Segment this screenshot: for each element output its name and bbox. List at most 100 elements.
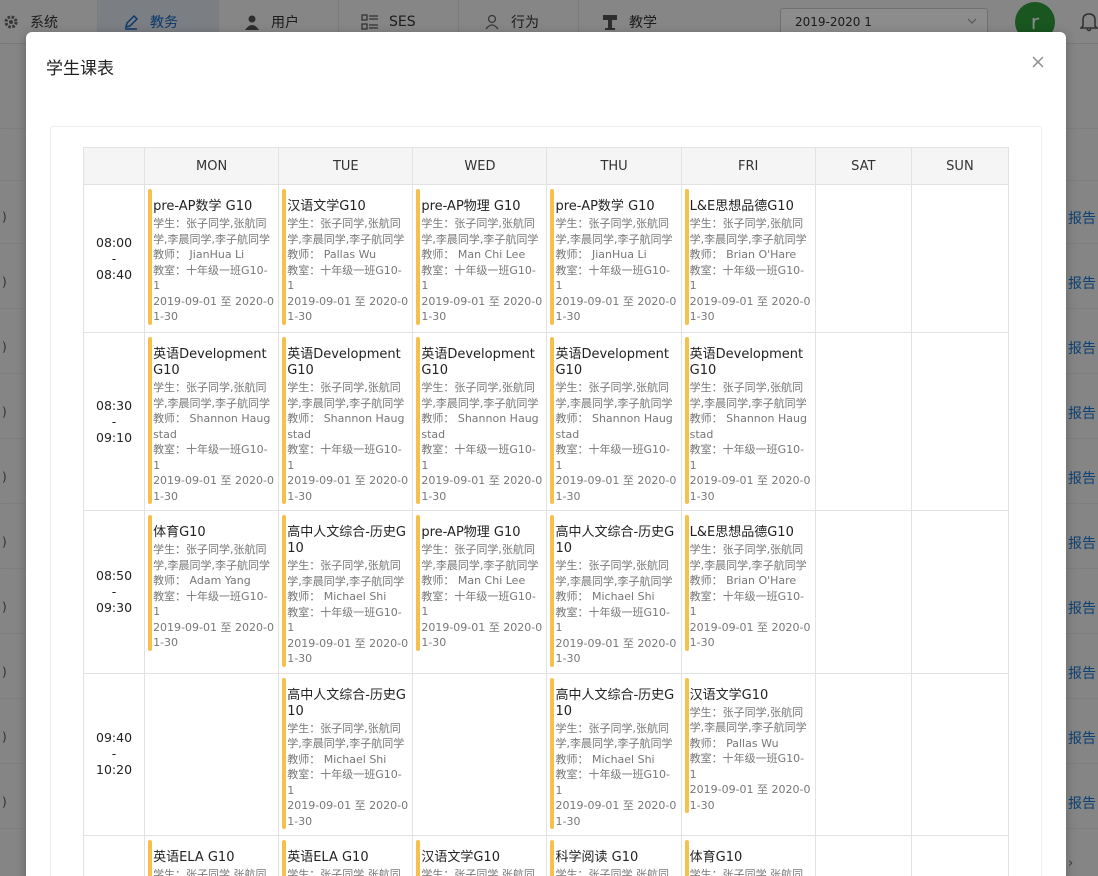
course-teacher: 教师： Brian O'Hare xyxy=(689,574,797,587)
course-entry[interactable]: 英语Development G10 学生：张子同学,张航同学,李晨同学,李子航同学… xyxy=(413,333,546,510)
course-students: 学生：张子同学,张航同学,李晨同学,李子航同学 xyxy=(153,217,271,246)
timetable-cell[interactable]: 体育G10 学生：张子同学,张航同学,李晨同学,李子航同学 xyxy=(680,835,816,876)
course-students: 学生：张子同学,张航同学,李晨同学,李子航同学 xyxy=(153,868,267,876)
course-dates: 2019-09-01 至 2020-01-30 xyxy=(153,620,274,650)
course-accent-bar xyxy=(684,677,689,813)
timetable-cell[interactable]: 高中人文综合-历史G10 学生：张子同学,张航同学,李晨同学,李子航同学 教师： M… xyxy=(546,672,682,836)
course-teacher: 教师： Shannon Haugstad xyxy=(555,412,673,441)
timetable-cell xyxy=(412,672,548,836)
time-start: 09:40 xyxy=(96,730,133,746)
timetable-cell[interactable]: 英语Development G10 学生：张子同学,张航同学,李晨同学,李子航同学… xyxy=(412,332,548,511)
course-teacher: 教师： Brian O'Hare xyxy=(689,248,797,261)
course-entry[interactable]: 汉语文学G10 学生：张子同学,张航同学,李晨同学,李子航同学 教师： Pallas… xyxy=(279,185,412,331)
timetable-cell xyxy=(814,835,912,876)
course-accent-bar xyxy=(282,840,287,876)
course-entry[interactable]: 高中人文综合-历史G10 学生：张子同学,张航同学,李晨同学,李子航同学 教师： M… xyxy=(279,674,412,836)
course-dates: 2019-09-01 至 2020-01-30 xyxy=(287,636,409,666)
course-entry[interactable]: 英语ELA G10 学生：张子同学,张航同学,李晨同学,李子航同学 xyxy=(279,836,412,876)
course-name: pre-AP数学 G10 xyxy=(153,199,253,214)
course-entry[interactable]: 科学阅读 G10 学生：张子同学,张航同学,李晨同学,李子航同学 xyxy=(547,836,680,876)
course-students: 学生：张子同学,张航同学,李晨同学,李子航同学 xyxy=(689,543,807,572)
course-entry[interactable]: 高中人文综合-历史G10 学生：张子同学,张航同学,李晨同学,李子航同学 教师： M… xyxy=(547,511,680,673)
timetable-cell[interactable]: L&E思想品德G10 学生：张子同学,张航同学,李晨同学,李子航同学 教师： Bri… xyxy=(680,184,816,333)
course-name: 科学阅读 G10 xyxy=(555,850,639,865)
course-accent-bar xyxy=(550,840,555,876)
course-students: 学生：张子同学,张航同学,李晨同学,李子航同学 xyxy=(555,381,673,410)
timetable-cell[interactable]: L&E思想品德G10 学生：张子同学,张航同学,李晨同学,李子航同学 教师： Bri… xyxy=(680,510,816,674)
course-dates: 2019-09-01 至 2020-01-30 xyxy=(421,294,543,324)
timetable-row: 08:30-09:10 英语Development G10 学生：张子同学,张航同学… xyxy=(82,332,1010,511)
course-room: 教室：十年级一班G10-1 xyxy=(287,768,402,797)
course-entry[interactable]: 体育G10 学生：张子同学,张航同学,李晨同学,李子航同学 xyxy=(682,836,815,876)
course-entry[interactable]: 汉语文学G10 学生：张子同学,张航同学,李晨同学,李子航同学 教师： Pallas… xyxy=(682,674,815,820)
timetable-cell[interactable]: 汉语文学G10 学生：张子同学,张航同学,李晨同学,李子航同学 教师： Pallas… xyxy=(680,672,816,836)
timetable-cell[interactable]: 英语Development G10 学生：张子同学,张航同学,李晨同学,李子航同学… xyxy=(144,332,280,511)
course-students: 学生：张子同学,张航同学,李晨同学,李子航同学 xyxy=(287,381,405,410)
course-name: 高中人文综合-历史G10 xyxy=(287,687,406,719)
course-dates: 2019-09-01 至 2020-01-30 xyxy=(153,294,274,324)
course-room: 教室：十年级一班G10-1 xyxy=(555,263,670,293)
timetable-cell[interactable]: 英语Development G10 学生：张子同学,张航同学,李晨同学,李子航同学… xyxy=(278,332,414,511)
course-entry[interactable]: 高中人文综合-历史G10 学生：张子同学,张航同学,李晨同学,李子航同学 教师： M… xyxy=(547,674,680,836)
day-header-tue: TUE xyxy=(278,147,414,185)
timetable-cell[interactable]: pre-AP物理 G10 学生：张子同学,张航同学,李晨同学,李子航同学 教师： M… xyxy=(412,184,548,333)
course-students: 学生：张子同学,张航同学,李晨同学,李子航同学 xyxy=(287,868,401,876)
timetable-cell xyxy=(910,332,1010,511)
close-icon[interactable] xyxy=(1030,54,1046,70)
course-students: 学生：张子同学,张航同学,李晨同学,李子航同学 xyxy=(421,868,535,876)
timetable-cell[interactable]: 高中人文综合-历史G10 学生：张子同学,张航同学,李晨同学,李子航同学 教师： M… xyxy=(278,672,414,836)
course-accent-bar xyxy=(148,189,153,325)
course-entry[interactable]: 英语Development G10 学生：张子同学,张航同学,李晨同学,李子航同学… xyxy=(547,333,680,510)
timetable-cell[interactable]: pre-AP物理 G10 学生：张子同学,张航同学,李晨同学,李子航同学 教师： M… xyxy=(412,510,548,674)
modal-title: 学生课表 xyxy=(46,59,114,79)
timetable-cell[interactable]: 科学阅读 G10 学生：张子同学,张航同学,李晨同学,李子航同学 xyxy=(546,835,682,876)
timetable-cell[interactable]: pre-AP数学 G10 学生：张子同学,张航同学,李晨同学,李子航同学 教师： J… xyxy=(144,184,280,333)
timetable-cell[interactable]: pre-AP数学 G10 学生：张子同学,张航同学,李晨同学,李子航同学 教师： J… xyxy=(546,184,682,333)
course-accent-bar xyxy=(416,189,421,325)
course-entry[interactable]: L&E思想品德G10 学生：张子同学,张航同学,李晨同学,李子航同学 教师： Bri… xyxy=(682,185,815,331)
course-room: 教室：十年级一班G10-1 xyxy=(153,443,268,472)
course-entry[interactable]: 英语ELA G10 学生：张子同学,张航同学,李晨同学,李子航同学 xyxy=(145,836,278,876)
time-slot: 09:40-10:20 xyxy=(82,672,146,836)
course-name: 英语Development G10 xyxy=(287,347,401,378)
course-students: 学生：张子同学,张航同学,李晨同学,李子航同学 xyxy=(555,559,673,588)
timetable-cell[interactable]: 英语Development G10 学生：张子同学,张航同学,李晨同学,李子航同学… xyxy=(546,332,682,511)
timetable-cell[interactable]: 高中人文综合-历史G10 学生：张子同学,张航同学,李晨同学,李子航同学 教师： M… xyxy=(546,510,682,674)
course-accent-bar xyxy=(550,337,555,504)
course-entry[interactable]: pre-AP数学 G10 学生：张子同学,张航同学,李晨同学,李子航同学 教师： J… xyxy=(145,185,278,331)
timetable-cell[interactable]: 汉语文学G10 学生：张子同学,张航同学,李晨同学,李子航同学 xyxy=(412,835,548,876)
course-entry[interactable]: 汉语文学G10 学生：张子同学,张航同学,李晨同学,李子航同学 xyxy=(413,836,546,876)
course-entry[interactable]: 体育G10 学生：张子同学,张航同学,李晨同学,李子航同学 教师： Adam Yan… xyxy=(145,511,278,657)
course-dates: 2019-09-01 至 2020-01-30 xyxy=(153,474,274,503)
course-entry[interactable]: 英语Development G10 学生：张子同学,张航同学,李晨同学,李子航同学… xyxy=(682,333,815,510)
course-entry[interactable]: pre-AP物理 G10 学生：张子同学,张航同学,李晨同学,李子航同学 教师： M… xyxy=(413,511,546,657)
course-students: 学生：张子同学,张航同学,李晨同学,李子航同学 xyxy=(689,868,804,876)
course-entry[interactable]: 英语Development G10 学生：张子同学,张航同学,李晨同学,李子航同学… xyxy=(145,333,278,510)
course-entry[interactable]: pre-AP物理 G10 学生：张子同学,张航同学,李晨同学,李子航同学 教师： M… xyxy=(413,185,546,331)
course-entry[interactable]: L&E思想品德G10 学生：张子同学,张航同学,李晨同学,李子航同学 教师： Bri… xyxy=(682,511,815,657)
timetable-cell[interactable]: 高中人文综合-历史G10 学生：张子同学,张航同学,李晨同学,李子航同学 教师： M… xyxy=(278,510,414,674)
course-dates: 2019-09-01 至 2020-01-30 xyxy=(287,799,409,828)
time-sep: - xyxy=(111,413,117,429)
timetable-cell[interactable]: 体育G10 学生：张子同学,张航同学,李晨同学,李子航同学 教师： Adam Yan… xyxy=(144,510,280,674)
course-name: 英语ELA G10 xyxy=(287,850,369,865)
time-sep: - xyxy=(111,746,117,762)
course-students: 学生：张子同学,张航同学,李晨同学,李子航同学 xyxy=(555,721,673,751)
course-students: 学生：张子同学,张航同学,李晨同学,李子航同学 xyxy=(287,721,405,751)
course-entry[interactable]: 高中人文综合-历史G10 学生：张子同学,张航同学,李晨同学,李子航同学 教师： M… xyxy=(279,511,412,673)
course-name: 体育G10 xyxy=(153,525,206,540)
course-accent-bar xyxy=(684,337,689,504)
course-room: 教室：十年级一班G10-1 xyxy=(555,443,670,472)
course-name: 高中人文综合-历史G10 xyxy=(287,525,406,556)
timetable-cell[interactable]: 英语ELA G10 学生：张子同学,张航同学,李晨同学,李子航同学 xyxy=(278,835,414,876)
timetable-cell[interactable]: 汉语文学G10 学生：张子同学,张航同学,李晨同学,李子航同学 教师： Pallas… xyxy=(278,184,414,333)
course-teacher: 教师： Shannon Haugstad xyxy=(153,412,271,441)
timetable-cell[interactable]: 英语Development G10 学生：张子同学,张航同学,李晨同学,李子航同学… xyxy=(680,332,816,511)
course-accent-bar xyxy=(416,840,421,876)
timetable-cell[interactable]: 英语ELA G10 学生：张子同学,张航同学,李晨同学,李子航同学 xyxy=(144,835,280,876)
course-accent-bar xyxy=(684,840,689,876)
course-teacher: 教师： Shannon Haugstad xyxy=(287,412,405,441)
course-entry[interactable]: pre-AP数学 G10 学生：张子同学,张航同学,李晨同学,李子航同学 教师： J… xyxy=(547,185,680,331)
course-teacher: 教师： Man Chi Lee xyxy=(421,574,526,587)
course-entry[interactable]: 英语Development G10 学生：张子同学,张航同学,李晨同学,李子航同学… xyxy=(279,333,412,510)
